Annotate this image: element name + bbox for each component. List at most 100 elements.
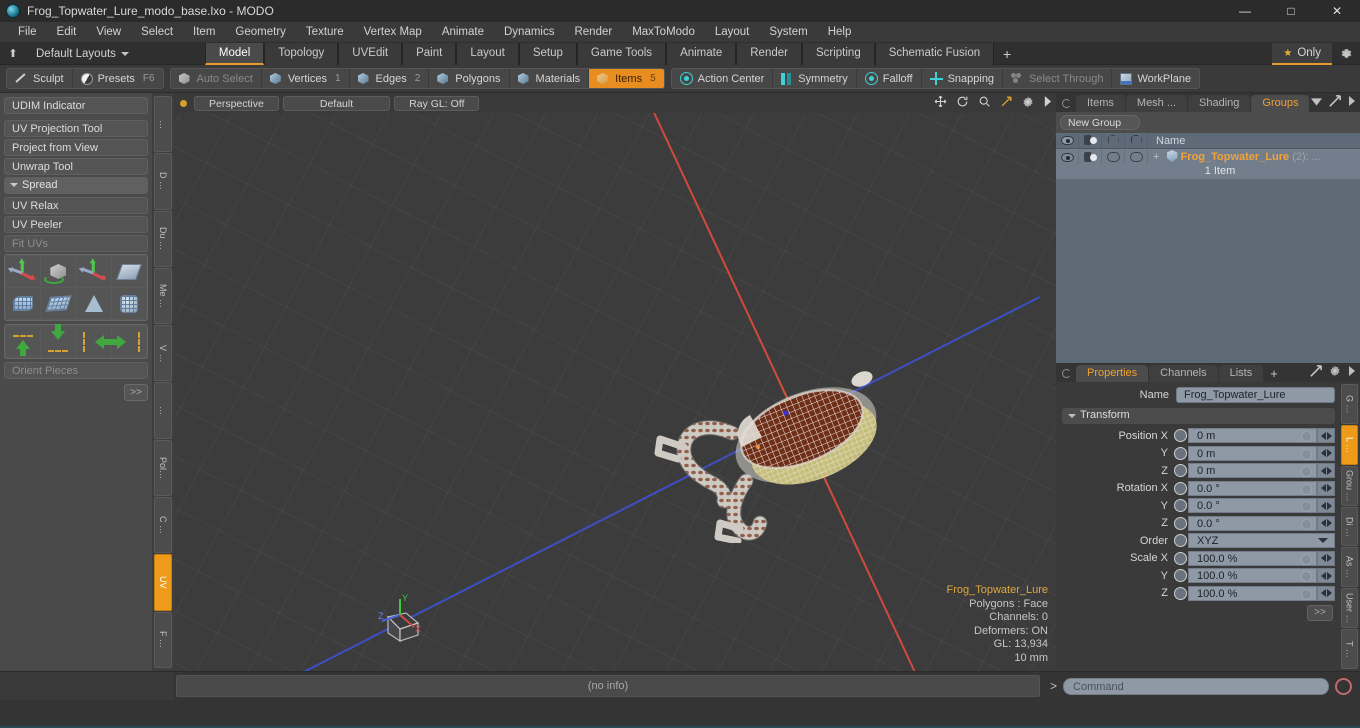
row-name[interactable]: + Frog_Topwater_Lure (2): ... bbox=[1148, 149, 1360, 165]
menu-item-texture[interactable]: Texture bbox=[296, 22, 354, 43]
field-channel-toggle[interactable] bbox=[1174, 534, 1187, 548]
menu-item-geometry[interactable]: Geometry bbox=[225, 22, 296, 43]
layout-tab-scripting[interactable]: Scripting bbox=[801, 42, 875, 65]
viewport-projection-dropdown[interactable]: Perspective bbox=[194, 95, 279, 111]
right-vtab-0[interactable]: G … bbox=[1341, 384, 1358, 424]
tool-auto-select[interactable]: Auto Select bbox=[171, 69, 262, 88]
menu-item-view[interactable]: View bbox=[86, 22, 131, 43]
menu-item-edit[interactable]: Edit bbox=[47, 22, 87, 43]
viewport-gear-icon[interactable] bbox=[1022, 96, 1034, 111]
tool-select-through[interactable]: Select Through bbox=[1003, 69, 1113, 88]
right-vtab-4[interactable]: As … bbox=[1341, 547, 1358, 588]
left-vtab-4[interactable]: V … bbox=[154, 325, 172, 382]
field-value-input[interactable]: 100.0 % bbox=[1188, 568, 1317, 584]
move-axis-icon[interactable] bbox=[6, 256, 41, 287]
field-value-input[interactable]: XYZ bbox=[1188, 533, 1335, 549]
left-vtab-0[interactable]: … bbox=[154, 96, 172, 153]
field-stepper[interactable] bbox=[1317, 585, 1335, 601]
tool-falloff[interactable]: Falloff bbox=[857, 69, 922, 88]
viewport-3d[interactable]: Perspective Default Ray GL: Off Y X Z Fr… bbox=[174, 93, 1056, 671]
chevron-right-icon[interactable] bbox=[1348, 96, 1356, 109]
tool-presets[interactable]: Presets F6 bbox=[73, 69, 163, 88]
tool-sculpt[interactable]: Sculpt bbox=[7, 69, 73, 88]
chevron-right-icon[interactable] bbox=[1348, 366, 1356, 379]
menu-item-select[interactable]: Select bbox=[131, 22, 183, 43]
new-group-button[interactable]: New Group bbox=[1060, 115, 1140, 130]
transform-section-header[interactable]: Transform bbox=[1062, 408, 1335, 424]
field-keyframe-icon[interactable] bbox=[1301, 518, 1312, 530]
align-right-icon[interactable] bbox=[110, 326, 146, 357]
layout-tab-schematic-fusion[interactable]: Schematic Fusion bbox=[874, 42, 995, 65]
right-vtab-6[interactable]: T … bbox=[1341, 629, 1358, 670]
field-value-input[interactable]: 100.0 % bbox=[1188, 585, 1317, 601]
expand-row-icon[interactable]: + bbox=[1153, 151, 1159, 163]
field-stepper[interactable] bbox=[1317, 498, 1335, 514]
tool-polygons[interactable]: Polygons bbox=[429, 69, 510, 88]
properties-gear-icon[interactable] bbox=[1329, 365, 1341, 380]
group-list-empty-area[interactable] bbox=[1056, 179, 1360, 363]
tool-items[interactable]: Items 5 bbox=[589, 69, 664, 88]
panel-menu-icon[interactable] bbox=[1062, 99, 1071, 108]
tool-action-center[interactable]: Action Center bbox=[672, 69, 774, 88]
layout-tab-topology[interactable]: Topology bbox=[264, 42, 339, 65]
viewport-canvas[interactable]: Y X Z Frog_Topwater_Lure Polygons : Face… bbox=[174, 113, 1056, 671]
zoom-icon[interactable] bbox=[978, 95, 991, 111]
uv-projection-tool-button[interactable]: UV Projection Tool bbox=[4, 120, 148, 137]
layout-tab-animate[interactable]: Animate bbox=[666, 42, 737, 65]
field-stepper[interactable] bbox=[1317, 445, 1335, 461]
add-properties-tab-button[interactable]: + bbox=[1264, 365, 1284, 382]
right-vtab-2[interactable]: Grou … bbox=[1341, 465, 1358, 506]
field-channel-toggle[interactable] bbox=[1174, 569, 1187, 583]
expand-icon[interactable] bbox=[1329, 95, 1341, 110]
add-layout-button[interactable]: + bbox=[994, 43, 1020, 65]
field-stepper[interactable] bbox=[1317, 515, 1335, 531]
field-keyframe-icon[interactable] bbox=[1301, 588, 1312, 600]
project-from-view-button[interactable]: Project from View bbox=[4, 139, 148, 156]
left-vtab-3[interactable]: Me … bbox=[154, 267, 172, 325]
menu-item-file[interactable]: File bbox=[8, 22, 47, 43]
uv-relax-button[interactable]: UV Relax bbox=[4, 197, 148, 214]
layout-tab-paint[interactable]: Paint bbox=[402, 42, 457, 65]
field-channel-toggle[interactable] bbox=[1174, 446, 1187, 460]
right-vtab-5[interactable]: User … bbox=[1341, 588, 1358, 629]
fit-view-icon[interactable] bbox=[1000, 95, 1013, 111]
field-keyframe-icon[interactable] bbox=[1301, 448, 1312, 460]
field-value-input[interactable]: 0 m bbox=[1188, 463, 1317, 479]
viewport-menu-icon[interactable] bbox=[180, 99, 187, 107]
curve-grid-icon[interactable] bbox=[6, 288, 41, 319]
left-vtab-5[interactable]: … bbox=[154, 382, 172, 439]
menu-item-dynamics[interactable]: Dynamics bbox=[494, 22, 564, 43]
menu-item-layout[interactable]: Layout bbox=[705, 22, 760, 43]
menu-item-render[interactable]: Render bbox=[564, 22, 622, 43]
field-value-input[interactable]: 0 m bbox=[1188, 428, 1317, 444]
left-vtab-1[interactable]: D … bbox=[154, 153, 172, 210]
field-channel-toggle[interactable] bbox=[1174, 464, 1187, 478]
tool-workplane[interactable]: WorkPlane bbox=[1112, 69, 1199, 88]
left-vtab-7[interactable]: C … bbox=[154, 497, 172, 554]
left-vtab-2[interactable]: Du … bbox=[154, 210, 172, 267]
row-lock-toggle[interactable] bbox=[1102, 149, 1125, 165]
gear-icon[interactable] bbox=[1332, 43, 1360, 65]
viewport-style-dropdown[interactable]: Default bbox=[282, 95, 391, 111]
field-keyframe-icon[interactable] bbox=[1301, 571, 1312, 583]
properties-tab-lists[interactable]: Lists bbox=[1218, 365, 1264, 382]
field-keyframe-icon[interactable] bbox=[1301, 501, 1312, 513]
flat-grid-icon[interactable] bbox=[41, 288, 76, 319]
table-row[interactable]: + Frog_Topwater_Lure (2): ... bbox=[1056, 149, 1360, 165]
lock-column-icon[interactable] bbox=[1102, 133, 1125, 148]
properties-tab-properties[interactable]: Properties bbox=[1076, 365, 1149, 382]
flip-plane-icon[interactable] bbox=[111, 256, 146, 287]
only-toggle-button[interactable]: ★ Only bbox=[1272, 43, 1332, 65]
tool-vertices[interactable]: Vertices 1 bbox=[262, 69, 350, 88]
row-render-toggle[interactable] bbox=[1079, 149, 1102, 165]
right-vtab-1[interactable]: L … bbox=[1341, 424, 1358, 465]
chevron-right-icon[interactable] bbox=[1043, 96, 1052, 110]
field-channel-toggle[interactable] bbox=[1174, 516, 1187, 530]
menu-item-item[interactable]: Item bbox=[183, 22, 225, 43]
right-tab-groups[interactable]: Groups bbox=[1251, 95, 1310, 112]
field-channel-toggle[interactable] bbox=[1174, 481, 1187, 495]
properties-menu-icon[interactable] bbox=[1062, 369, 1071, 378]
menu-item-animate[interactable]: Animate bbox=[432, 22, 494, 43]
command-input[interactable]: Command bbox=[1063, 677, 1329, 695]
visibility-column-icon[interactable] bbox=[1056, 133, 1079, 148]
